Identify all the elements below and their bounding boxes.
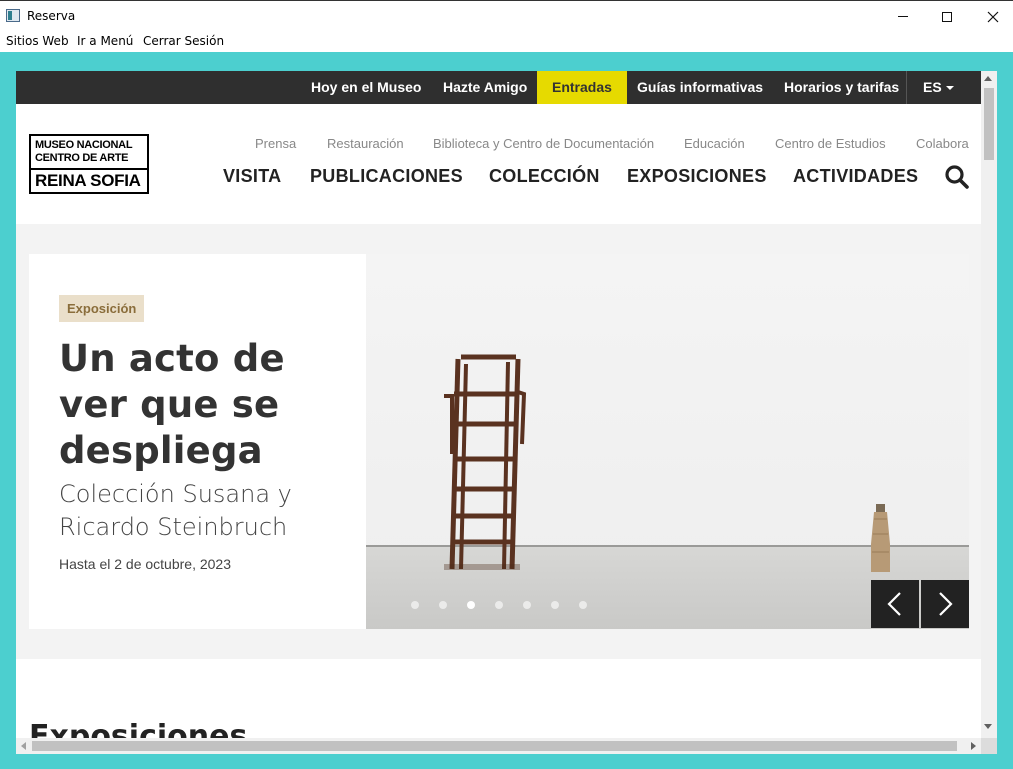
menubar: Sitios Web Ir a Menú Cerrar Sesión bbox=[0, 31, 1013, 52]
topbar-link-entradas[interactable]: Entradas bbox=[537, 71, 627, 104]
logo-line-3: REINA SOFIA bbox=[35, 171, 141, 190]
vertical-scroll-thumb[interactable] bbox=[984, 88, 994, 160]
maximize-button[interactable] bbox=[924, 1, 970, 32]
mainnav-visita[interactable]: VISITA bbox=[223, 166, 281, 187]
maximize-icon bbox=[942, 11, 952, 22]
language-label: ES bbox=[923, 79, 942, 95]
menu-cerrar-sesion[interactable]: Cerrar Sesión bbox=[143, 34, 224, 48]
chevron-left-icon bbox=[887, 592, 901, 616]
vertical-scrollbar[interactable] bbox=[981, 71, 997, 738]
subnav-restauracion[interactable]: Restauración bbox=[327, 136, 404, 151]
museum-logo[interactable]: MUSEO NACIONAL CENTRO DE ARTE REINA SOFI… bbox=[29, 134, 149, 194]
carousel-dot-5[interactable] bbox=[523, 601, 531, 609]
close-icon bbox=[987, 11, 999, 22]
scroll-up-icon[interactable] bbox=[984, 76, 992, 81]
carousel-next-button[interactable] bbox=[921, 580, 969, 628]
topbar-link-amigo[interactable]: Hazte Amigo bbox=[443, 71, 527, 104]
app-icon bbox=[6, 9, 20, 22]
carousel-dot-6[interactable] bbox=[551, 601, 559, 609]
menu-ir-a-menu[interactable]: Ir a Menú bbox=[77, 34, 133, 48]
chair-shadow bbox=[444, 564, 520, 570]
web-viewport: Hoy en el Museo Hazte Amigo Entradas Guí… bbox=[16, 71, 997, 754]
carousel-dot-3[interactable] bbox=[467, 601, 475, 609]
horizontal-scroll-thumb[interactable] bbox=[32, 741, 957, 751]
mainnav-actividades[interactable]: ACTIVIDADES bbox=[793, 166, 918, 187]
site-header: MUSEO NACIONAL CENTRO DE ARTE REINA SOFI… bbox=[16, 104, 981, 224]
topbar-link-guias[interactable]: Guías informativas bbox=[637, 71, 763, 104]
mainnav-coleccion[interactable]: COLECCIÓN bbox=[489, 166, 600, 187]
carousel-dot-2[interactable] bbox=[439, 601, 447, 609]
close-button[interactable] bbox=[970, 1, 1013, 32]
window-title: Reserva bbox=[27, 9, 76, 23]
bottle-sculpture bbox=[871, 504, 890, 572]
mainnav-publicaciones[interactable]: PUBLICACIONES bbox=[310, 166, 463, 187]
hero-subtitle: Colección Susana y Ricardo Steinbruch bbox=[59, 480, 292, 541]
logo-line-2: CENTRO DE ARTE bbox=[35, 152, 129, 164]
carousel-dot-4[interactable] bbox=[495, 601, 503, 609]
hero-date: Hasta el 2 de octubre, 2023 bbox=[59, 556, 232, 572]
carousel-dot-1[interactable] bbox=[411, 601, 419, 609]
subnav-educacion[interactable]: Educación bbox=[684, 136, 745, 151]
logo-divider bbox=[31, 168, 147, 170]
hero-title: Un acto de ver que se despliega bbox=[59, 337, 285, 472]
language-selector[interactable]: ES bbox=[906, 71, 981, 104]
minimize-icon bbox=[898, 16, 908, 17]
minimize-button[interactable] bbox=[880, 1, 926, 32]
scroll-down-icon[interactable] bbox=[984, 724, 992, 729]
horizontal-scrollbar[interactable] bbox=[16, 738, 981, 754]
search-icon[interactable] bbox=[944, 164, 970, 190]
chair-sculpture bbox=[444, 354, 527, 570]
hero-image[interactable] bbox=[366, 254, 969, 629]
scroll-left-icon[interactable] bbox=[21, 742, 26, 750]
caret-down-icon bbox=[945, 86, 954, 91]
artwork-illustration bbox=[444, 354, 890, 572]
topbar-link-hoy[interactable]: Hoy en el Museo bbox=[311, 71, 421, 104]
carousel-dot-7[interactable] bbox=[579, 601, 587, 609]
logo-line-1: MUSEO NACIONAL bbox=[35, 139, 133, 151]
menu-sitios-web[interactable]: Sitios Web bbox=[6, 34, 69, 48]
topbar-link-horarios[interactable]: Horarios y tarifas bbox=[784, 71, 899, 104]
window-titlebar: Reserva bbox=[0, 0, 1013, 31]
subnav-prensa[interactable]: Prensa bbox=[255, 136, 296, 151]
carousel-prev-button[interactable] bbox=[871, 580, 919, 628]
subnav-biblioteca[interactable]: Biblioteca y Centro de Documentación bbox=[433, 136, 654, 151]
subnav-centro-estudios[interactable]: Centro de Estudios bbox=[775, 136, 886, 151]
scroll-right-icon[interactable] bbox=[971, 742, 976, 750]
mainnav-exposiciones[interactable]: EXPOSICIONES bbox=[627, 166, 767, 187]
hero-text-card[interactable]: Exposición Un acto de ver que se desplie… bbox=[29, 254, 366, 629]
chevron-right-icon bbox=[939, 592, 953, 616]
top-utility-bar: Hoy en el Museo Hazte Amigo Entradas Guí… bbox=[16, 71, 981, 104]
category-badge: Exposición bbox=[59, 295, 145, 322]
subnav-colabora[interactable]: Colabora bbox=[916, 136, 969, 151]
scrollbar-corner bbox=[981, 738, 997, 754]
